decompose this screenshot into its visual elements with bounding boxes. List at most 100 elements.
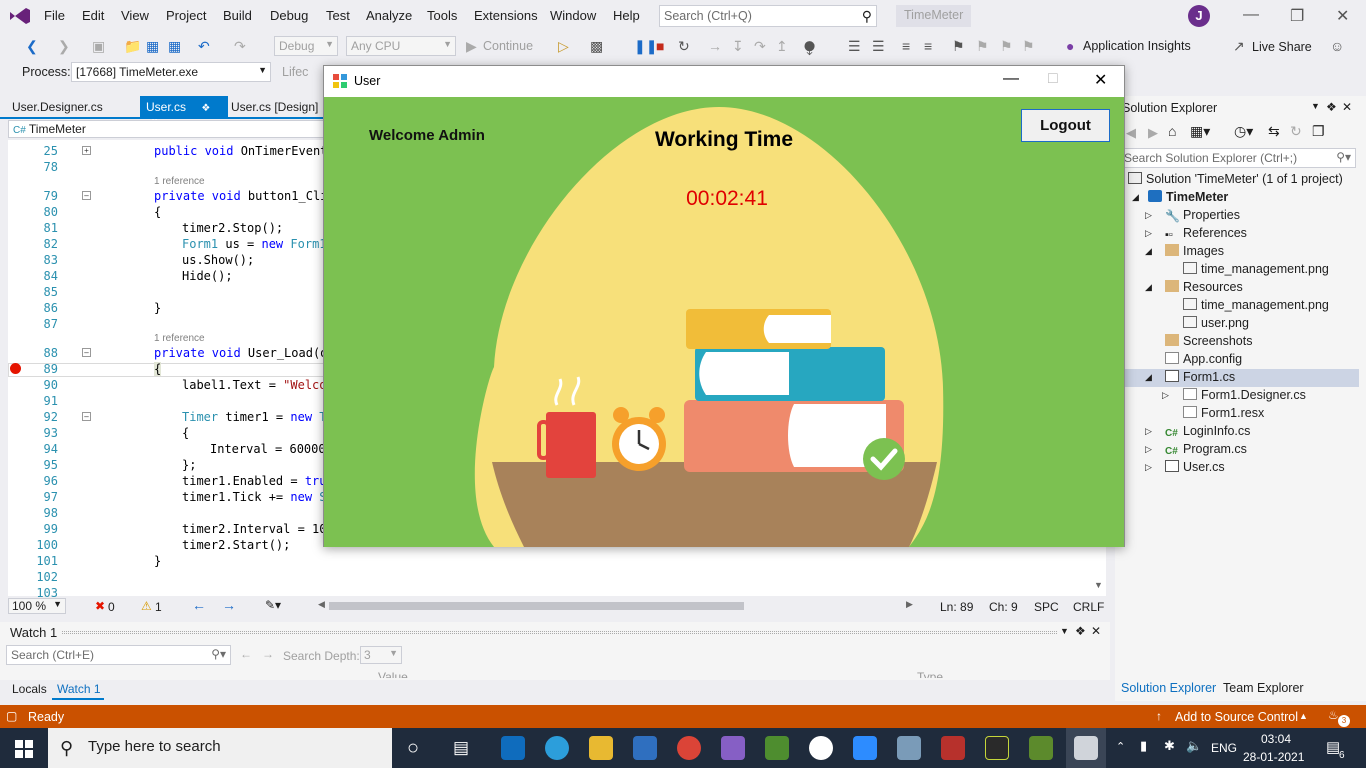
reference-count[interactable]: 1 reference: [154, 176, 205, 187]
forward-icon[interactable]: ▶: [1148, 125, 1158, 141]
attach-icon[interactable]: ▷: [558, 38, 569, 55]
pin-icon[interactable]: ❖: [1326, 100, 1337, 114]
tree-logininfo-cs[interactable]: C# LoginInfo.cs: [1165, 424, 1250, 440]
process-select[interactable]: [17668] TimeMeter.exe ▼: [71, 62, 271, 82]
app-icon-8[interactable]: [809, 736, 833, 760]
tab-user-designer[interactable]: User.Designer.cs: [6, 96, 109, 118]
brush-icon[interactable]: ✎▾: [265, 598, 281, 612]
tree-form1-resx[interactable]: Form1.resx: [1183, 406, 1264, 420]
zoom-select[interactable]: 100 % ▼: [8, 598, 66, 614]
menu-view[interactable]: View: [121, 8, 149, 23]
menu-project[interactable]: Project: [166, 8, 206, 23]
open-file-icon[interactable]: 📁: [124, 38, 141, 55]
comment-icon[interactable]: ≡: [902, 38, 910, 54]
collapse-arrow-icon[interactable]: ◢: [1145, 372, 1152, 383]
tree-program-cs[interactable]: C# Program.cs: [1165, 442, 1247, 458]
sync-icon[interactable]: ⇆: [1268, 123, 1280, 140]
clock-time[interactable]: 03:04: [1261, 732, 1291, 746]
scroll-down-icon[interactable]: ▼: [1094, 580, 1103, 590]
wifi-icon[interactable]: ✱: [1164, 738, 1175, 754]
zoom-app-icon[interactable]: [853, 736, 877, 760]
scroll-left-icon[interactable]: ◀: [318, 599, 325, 610]
minimize-icon[interactable]: —: [1243, 6, 1259, 24]
redo-icon[interactable]: ↷: [234, 38, 246, 55]
visual-studio-logo-icon[interactable]: [8, 6, 32, 26]
tab-watch1[interactable]: Watch 1: [57, 682, 101, 696]
pin-icon[interactable]: ❖: [1075, 624, 1086, 638]
bookmark-clear-icon[interactable]: ⚑: [1022, 38, 1035, 55]
scroll-right-icon[interactable]: ▶: [906, 599, 913, 610]
mail-app-icon[interactable]: [501, 736, 525, 760]
expand-arrow-icon[interactable]: ▷: [1145, 228, 1152, 239]
menu-analyze[interactable]: Analyze: [366, 8, 412, 23]
nav-back-icon[interactable]: ←: [192, 597, 206, 613]
collapse-icon[interactable]: –: [82, 348, 91, 357]
show-next-statement-icon[interactable]: →: [708, 38, 722, 54]
pycharm-icon[interactable]: [985, 736, 1009, 760]
tree-app-config[interactable]: App.config: [1165, 352, 1242, 366]
menu-tools[interactable]: Tools: [427, 8, 457, 23]
restart-icon[interactable]: ↻: [678, 38, 690, 55]
menu-build[interactable]: Build: [223, 8, 252, 23]
step-into-icon[interactable]: ↧: [732, 38, 744, 55]
expand-arrow-icon[interactable]: ▷: [1145, 210, 1152, 221]
save-all-icon[interactable]: ▦: [168, 38, 181, 55]
bookmark-prev-icon[interactable]: ⚑: [976, 38, 989, 55]
expand-arrow-icon[interactable]: ▷: [1145, 462, 1152, 473]
tree-resources-folder[interactable]: Resources: [1165, 280, 1243, 294]
menu-edit[interactable]: Edit: [82, 8, 104, 23]
horizontal-scrollbar-thumb[interactable]: [329, 602, 744, 610]
tab-user-cs[interactable]: User.cs ❖ ✕: [140, 96, 228, 128]
tab-user-design[interactable]: User.cs [Design]: [225, 96, 324, 118]
chevron-up-icon[interactable]: ⌃: [1116, 740, 1125, 753]
add-to-source-control-button[interactable]: Add to Source Control: [1175, 710, 1298, 724]
step-over-icon[interactable]: ↷: [754, 38, 766, 55]
menu-help[interactable]: Help: [613, 8, 640, 23]
hex-icon[interactable]: ⧭: [804, 38, 815, 55]
expand-icon[interactable]: +: [82, 146, 91, 155]
edge-browser-icon[interactable]: [545, 736, 569, 760]
expand-arrow-icon[interactable]: ▷: [1145, 444, 1152, 455]
platform-select[interactable]: Any CPU ▼: [346, 36, 456, 56]
dialog-close-icon[interactable]: ✕: [1094, 70, 1107, 90]
undo-icon[interactable]: ↶: [198, 38, 210, 55]
tree-images-folder[interactable]: Images: [1165, 244, 1224, 258]
menu-file[interactable]: File: [44, 8, 65, 23]
tree-project[interactable]: TimeMeter: [1148, 190, 1228, 204]
close-icon[interactable]: ✕: [1336, 6, 1349, 26]
collapse-icon[interactable]: –: [82, 191, 91, 200]
panel-menu-icon[interactable]: ▼: [1060, 626, 1069, 636]
continue-button[interactable]: Continue: [483, 39, 533, 53]
diagnostics-icon[interactable]: ▩: [590, 38, 603, 55]
volume-icon[interactable]: 🔈: [1186, 738, 1202, 754]
switch-views-icon[interactable]: ▦▾: [1190, 123, 1210, 140]
pin-icon[interactable]: ❖: [201, 103, 210, 114]
menu-extensions[interactable]: Extensions: [474, 8, 538, 23]
panel-menu-icon[interactable]: ▼: [1311, 101, 1320, 111]
task-view-icon[interactable]: ▤: [453, 738, 469, 758]
menu-window[interactable]: Window: [550, 8, 596, 23]
back-icon[interactable]: ◀: [1126, 125, 1136, 141]
warning-icon[interactable]: ⚠: [141, 599, 152, 613]
menu-debug[interactable]: Debug: [270, 8, 308, 23]
tree-form1-designer-cs[interactable]: Form1.Designer.cs: [1183, 388, 1306, 402]
nav-forward-icon[interactable]: →: [222, 597, 236, 613]
watch-search-input[interactable]: Search (Ctrl+E) ⚲▾: [6, 645, 231, 665]
pause-icon[interactable]: ❚❚: [634, 38, 657, 55]
configuration-select[interactable]: Debug ▼: [274, 36, 338, 56]
tree-file-user-png[interactable]: user.png: [1183, 316, 1249, 330]
file-explorer-icon[interactable]: [589, 736, 613, 760]
collapse-arrow-icon[interactable]: ◢: [1145, 246, 1152, 257]
step-out-icon[interactable]: ↥: [776, 38, 788, 55]
expand-arrow-icon[interactable]: ▷: [1162, 390, 1169, 401]
error-icon[interactable]: ✖: [95, 599, 105, 613]
dialog-minimize-icon[interactable]: —: [1003, 70, 1019, 88]
quick-search-input[interactable]: Search (Ctrl+Q) ⚲: [659, 5, 877, 27]
home-icon[interactable]: ⌂: [1168, 123, 1176, 139]
tree-solution[interactable]: Solution 'TimeMeter' (1 of 1 project): [1128, 172, 1343, 186]
panel-grip[interactable]: [62, 631, 1057, 634]
forward-icon[interactable]: ❯: [58, 38, 70, 55]
feedback-icon[interactable]: ☺: [1330, 38, 1344, 54]
tree-references[interactable]: ▪▫ References: [1165, 226, 1247, 241]
collapse-arrow-icon[interactable]: ◢: [1132, 192, 1139, 203]
